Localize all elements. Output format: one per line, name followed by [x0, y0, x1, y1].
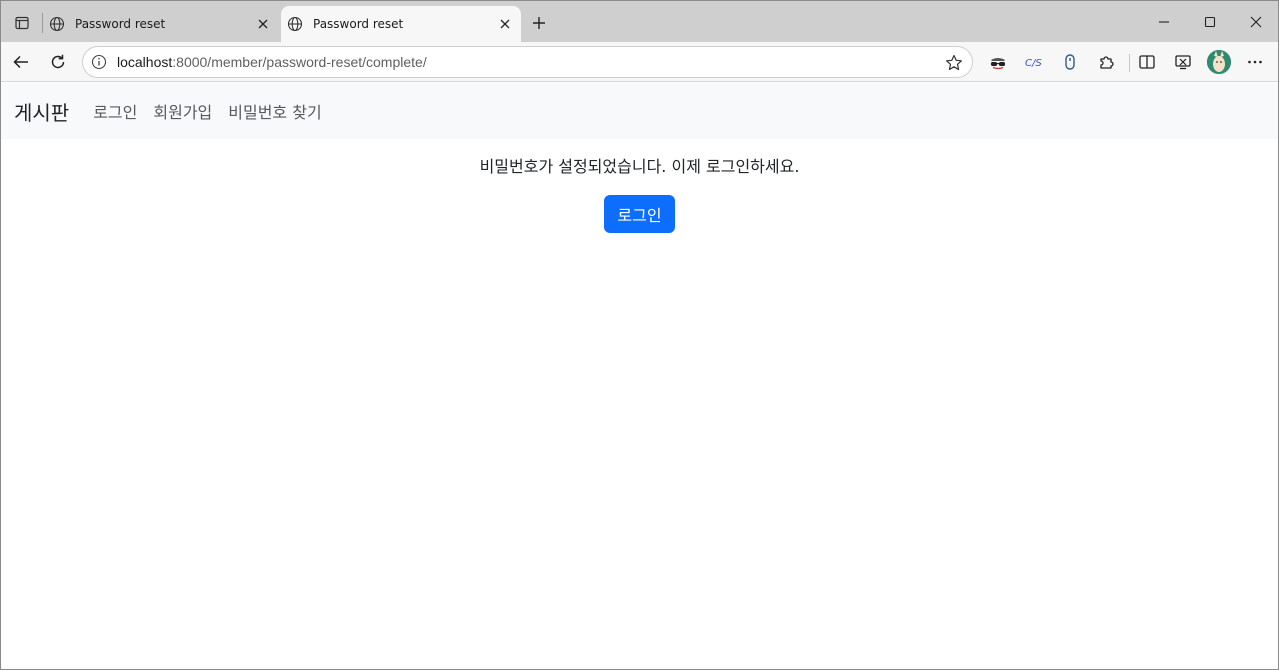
- puzzle-icon: [1100, 56, 1114, 69]
- nav-link-find-password[interactable]: 비밀번호 찾기: [220, 99, 329, 123]
- close-icon: [258, 19, 268, 29]
- login-button[interactable]: 로그인: [604, 195, 675, 233]
- tab-password-reset-1[interactable]: Password reset: [43, 6, 279, 42]
- tab-password-reset-2[interactable]: Password reset: [281, 6, 521, 42]
- tab-strip: Password reset Password reset: [1, 1, 1278, 42]
- avatar-image-icon: [1207, 50, 1231, 74]
- split-screen-button[interactable]: [1133, 48, 1161, 76]
- favorite-star-icon[interactable]: [944, 53, 964, 73]
- password-set-message: 비밀번호가 설정되었습니다. 이제 로그인하세요.: [479, 157, 800, 176]
- plus-icon: [533, 17, 545, 29]
- cjs-extension-button[interactable]: C/S: [1020, 48, 1048, 76]
- globe-icon: [49, 16, 65, 32]
- close-icon: [1250, 16, 1262, 28]
- tab-title: Password reset: [313, 17, 404, 31]
- settings-more-button[interactable]: [1241, 48, 1269, 76]
- site-brand-link[interactable]: 게시판: [14, 97, 69, 126]
- url-text[interactable]: localhost:8000/member/password-reset/com…: [117, 54, 427, 70]
- maximize-icon: [1204, 16, 1216, 28]
- mouse-extension-icon: [1065, 54, 1075, 70]
- site-navbar: 게시판 로그인 회원가입 비밀번호 찾기: [1, 83, 1278, 139]
- tab-close-button[interactable]: [253, 14, 273, 34]
- browser-toolbar: localhost:8000/member/password-reset/com…: [1, 42, 1278, 82]
- back-button[interactable]: [7, 48, 35, 76]
- reload-icon: [51, 54, 65, 69]
- incognito-mask-icon: [991, 58, 1005, 70]
- new-tab-button[interactable]: [527, 11, 551, 35]
- globe-icon: [287, 16, 303, 32]
- reload-button[interactable]: [44, 48, 72, 76]
- nav-links: 로그인 회원가입 비밀번호 찾기: [85, 99, 329, 123]
- more-dots-icon: [1248, 60, 1262, 64]
- minimize-icon: [1159, 21, 1169, 23]
- svg-text:C/S: C/S: [1025, 58, 1042, 69]
- toolbar-separator: [1129, 54, 1130, 72]
- profile-avatar[interactable]: [1207, 50, 1231, 74]
- window-close-button[interactable]: [1241, 9, 1271, 35]
- maximize-button[interactable]: [1195, 9, 1225, 35]
- back-arrow-icon: [13, 55, 28, 69]
- incognito-extension-button[interactable]: [984, 48, 1012, 76]
- cjs-extension-icon: C/S: [1025, 58, 1042, 69]
- mouse-extension-button[interactable]: [1056, 48, 1084, 76]
- split-screen-icon: [1139, 55, 1155, 69]
- url-host: localhost: [117, 54, 173, 70]
- tab-actions-icon: [15, 16, 29, 30]
- screenshot-button[interactable]: [1169, 48, 1197, 76]
- screen-capture-icon: [1175, 55, 1191, 70]
- address-bar[interactable]: localhost:8000/member/password-reset/com…: [82, 46, 973, 78]
- minimize-button[interactable]: [1149, 9, 1179, 35]
- close-icon: [500, 19, 510, 29]
- main-content: 비밀번호가 설정되었습니다. 이제 로그인하세요. 로그인: [1, 139, 1278, 233]
- site-info-icon[interactable]: [91, 54, 107, 70]
- tab-actions-button[interactable]: [9, 10, 35, 36]
- nav-link-signup[interactable]: 회원가입: [145, 99, 220, 123]
- web-page: 게시판 로그인 회원가입 비밀번호 찾기 비밀번호가 설정되었습니다. 이제 로…: [1, 83, 1278, 669]
- nav-link-login[interactable]: 로그인: [85, 99, 145, 123]
- url-path: :8000/member/password-reset/complete/: [172, 54, 427, 70]
- extensions-button[interactable]: [1092, 48, 1120, 76]
- tab-close-button[interactable]: [495, 14, 515, 34]
- tab-title: Password reset: [75, 17, 166, 31]
